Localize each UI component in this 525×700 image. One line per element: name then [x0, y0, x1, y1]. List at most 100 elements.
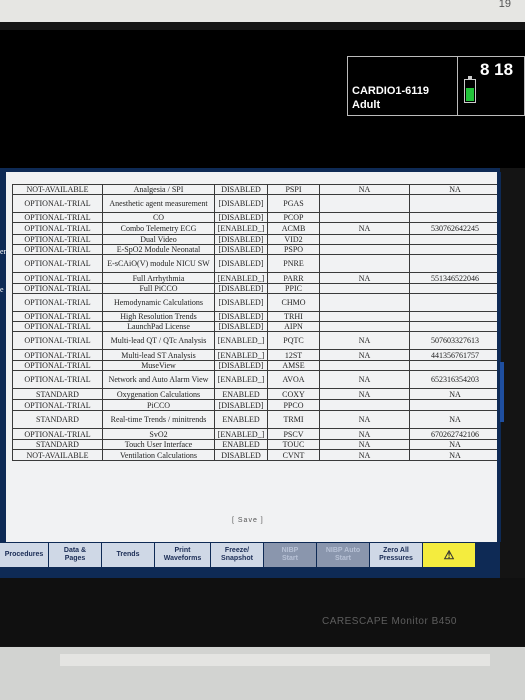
- option-value-1: NA: [319, 349, 410, 361]
- option-code: TRHI: [267, 311, 320, 322]
- table-row: OPTIONAL-TRIAL LaunchPad License [DISABLED…: [12, 321, 501, 332]
- scroll-thumb[interactable]: [500, 362, 504, 422]
- option-code: VID2: [267, 234, 320, 245]
- option-state[interactable]: [ENABLED_]: [214, 370, 268, 389]
- toolbar-button[interactable]: NIBP Start: [264, 543, 316, 567]
- option-state[interactable]: [DISABLED]: [214, 311, 268, 322]
- option-value-1: [319, 212, 410, 223]
- option-value-2: NA: [409, 439, 501, 450]
- option-state[interactable]: [DISABLED]: [214, 360, 268, 371]
- option-status: OPTIONAL-TRIAL: [12, 321, 103, 332]
- scrollbar[interactable]: [497, 172, 501, 542]
- save-link[interactable]: [ Save ]: [232, 517, 264, 524]
- option-state[interactable]: DISABLED: [214, 184, 268, 195]
- option-state[interactable]: [DISABLED]: [214, 244, 268, 255]
- option-status: OPTIONAL-TRIAL: [12, 212, 103, 223]
- option-description: Full Arrhythmia: [102, 272, 215, 284]
- option-description: Touch User Interface: [102, 439, 215, 450]
- option-code: AIPN: [267, 321, 320, 332]
- option-description: Network and Auto Alarm View: [102, 370, 215, 389]
- table-row: STANDARD Real-time Trends / minitrends ENA…: [12, 410, 501, 429]
- toolbar-button[interactable]: NIBP Auto Start: [317, 543, 369, 567]
- option-value-2: 530762642245: [409, 222, 501, 235]
- option-state[interactable]: ENABLED: [214, 388, 268, 400]
- option-code: PGAS: [267, 194, 320, 213]
- toolbar-button[interactable]: Print Waveforms: [155, 543, 210, 567]
- option-status: OPTIONAL-TRIAL: [12, 331, 103, 350]
- table-row: OPTIONAL-TRIAL Multi-lead ST Analysis [ENA…: [12, 349, 501, 361]
- option-description: E-sCAiO(V) module NICU SW: [102, 254, 215, 273]
- patient-info-box[interactable]: CARDIO1-6119 Adult: [347, 56, 474, 116]
- option-value-1: NA: [319, 184, 410, 195]
- option-state[interactable]: [DISABLED]: [214, 321, 268, 332]
- option-code: PSCV: [267, 428, 320, 440]
- table-row: OPTIONAL-TRIAL Anesthetic agent measureme…: [12, 194, 501, 213]
- option-value-1: [319, 399, 410, 411]
- option-state[interactable]: [DISABLED]: [214, 254, 268, 273]
- option-state[interactable]: [DISABLED]: [214, 212, 268, 223]
- table-row: STANDARD Touch User Interface ENABLED TOUC N…: [12, 439, 501, 450]
- option-state[interactable]: [DISABLED]: [214, 399, 268, 411]
- option-value-2: [409, 194, 501, 213]
- option-status: OPTIONAL-TRIAL: [12, 283, 103, 294]
- option-state[interactable]: [ENABLED_]: [214, 428, 268, 440]
- option-value-1: [319, 321, 410, 332]
- option-description: Multi-lead QT / QTc Analysis: [102, 331, 215, 350]
- corner-number: 19: [498, 0, 511, 10]
- toolbar-button[interactable]: Data & Pages: [49, 543, 101, 567]
- option-value-1: [319, 234, 410, 245]
- option-state[interactable]: [ENABLED_]: [214, 349, 268, 361]
- option-value-2: 652316354203: [409, 370, 501, 389]
- option-status: OPTIONAL-TRIAL: [12, 293, 103, 312]
- option-state[interactable]: [ENABLED_]: [214, 272, 268, 284]
- battery-fill: [466, 87, 474, 101]
- option-state[interactable]: [DISABLED]: [214, 283, 268, 294]
- option-state[interactable]: [DISABLED]: [214, 234, 268, 245]
- option-status: OPTIONAL-TRIAL: [12, 360, 103, 371]
- option-code: ACMB: [267, 222, 320, 235]
- stand-handle: [60, 654, 490, 666]
- option-status: OPTIONAL-TRIAL: [12, 244, 103, 255]
- table-row: OPTIONAL-TRIAL PiCCO [DISABLED] PPCO: [12, 399, 501, 411]
- toolbar-button[interactable]: Procedures: [0, 543, 48, 567]
- option-code: AMSE: [267, 360, 320, 371]
- alarm-silence-button[interactable]: ⚠: [423, 543, 475, 567]
- option-status: OPTIONAL-TRIAL: [12, 254, 103, 273]
- brand-label: CARESCAPE Monitor B450: [322, 616, 457, 627]
- option-value-1: NA: [319, 439, 410, 450]
- toolbar-button[interactable]: Trends: [102, 543, 154, 567]
- table-row: OPTIONAL-TRIAL Full PiCCO [DISABLED] PPIC: [12, 283, 501, 294]
- option-value-2: NA: [409, 388, 501, 400]
- option-state[interactable]: [DISABLED]: [214, 293, 268, 312]
- option-value-2: [409, 293, 501, 312]
- option-state[interactable]: DISABLED: [214, 449, 268, 461]
- table-row: NOT-AVAILABLE Ventilation Calculations DIS…: [12, 449, 501, 461]
- table-row: OPTIONAL-TRIAL Network and Auto Alarm Vie…: [12, 370, 501, 389]
- toolbar-button[interactable]: Freeze/ Snapshot: [211, 543, 263, 567]
- option-description: SvO2: [102, 428, 215, 440]
- toolbar-button[interactable]: Zero All Pressures: [370, 543, 422, 567]
- option-status: OPTIONAL-TRIAL: [12, 194, 103, 213]
- option-value-1: [319, 283, 410, 294]
- option-state[interactable]: [ENABLED_]: [214, 331, 268, 350]
- patient-id: CARDIO1-6119: [352, 85, 430, 97]
- option-state[interactable]: [ENABLED_]: [214, 222, 268, 235]
- option-state[interactable]: ENABLED: [214, 410, 268, 429]
- option-value-2: 507603327613: [409, 331, 501, 350]
- option-status: OPTIONAL-TRIAL: [12, 222, 103, 235]
- option-description: E-SpO2 Module Neonatal: [102, 244, 215, 255]
- option-status: OPTIONAL-TRIAL: [12, 311, 103, 322]
- table-row: OPTIONAL-TRIAL Dual Video [DISABLED] VID2: [12, 234, 501, 245]
- option-state[interactable]: ENABLED: [214, 439, 268, 450]
- option-status: OPTIONAL-TRIAL: [12, 272, 103, 284]
- option-value-1: NA: [319, 272, 410, 284]
- table-row: NOT-AVAILABLE Analgesia / SPI DISABLED PSPI…: [12, 184, 501, 195]
- option-code: PPCO: [267, 399, 320, 411]
- option-description: Analgesia / SPI: [102, 184, 215, 195]
- option-description: Anesthetic agent measurement: [102, 194, 215, 213]
- option-state[interactable]: [DISABLED]: [214, 194, 268, 213]
- option-description: PiCCO: [102, 399, 215, 411]
- option-code: CHMO: [267, 293, 320, 312]
- option-value-1: [319, 244, 410, 255]
- option-description: Multi-lead ST Analysis: [102, 349, 215, 361]
